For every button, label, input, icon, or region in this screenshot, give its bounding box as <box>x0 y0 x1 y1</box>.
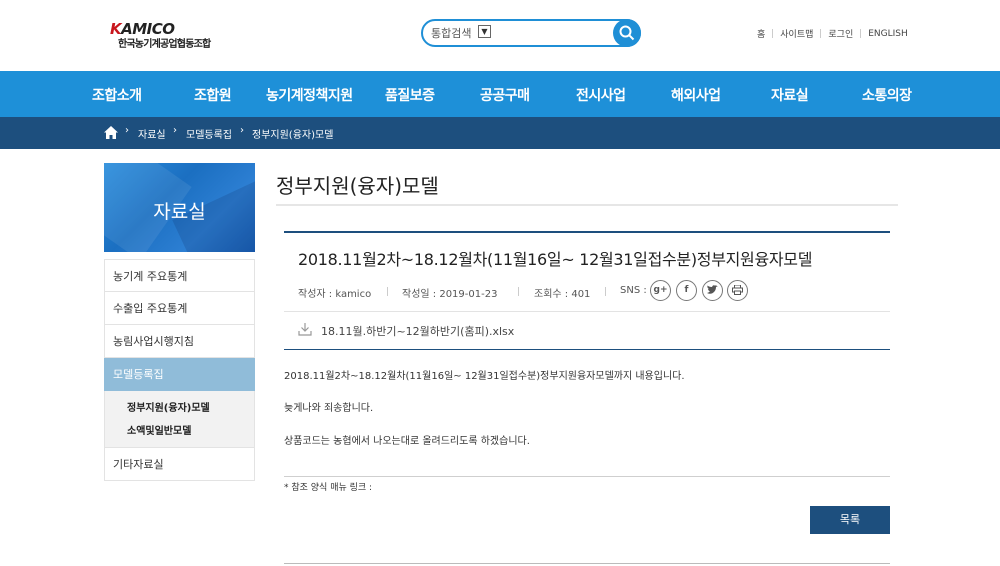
post-title: 2018.11월2차~18.12월차(11월16일~ 12월31일접수분)정부지… <box>298 250 813 269</box>
nav-item-about[interactable]: 조합소개 <box>92 85 142 105</box>
post-date: 작성일 : 2019-01-23 <box>402 289 498 300</box>
sidebar-subitem-small-general-model[interactable]: 소액및일반모델 <box>127 420 254 443</box>
list-button[interactable]: 목록 <box>810 506 890 534</box>
home-icon[interactable] <box>104 126 118 139</box>
main-nav: 조합소개 조합원 농기계정책지원 품질보증 공공구매 전시사업 해외사업 자료실… <box>0 71 1000 117</box>
search-button[interactable] <box>613 19 641 47</box>
nav-item-quality[interactable]: 품질보증 <box>385 85 435 105</box>
chevron-right-icon: › <box>125 125 129 136</box>
header: KAMICO 한국농기계공업협동조합 통합검색 ▼ 홈 사이트맵 로그인 ENG… <box>0 0 1000 71</box>
divider <box>276 204 898 206</box>
divider <box>772 29 774 38</box>
chevron-right-icon: › <box>173 125 177 136</box>
reference-link-label: * 참조 양식 매뉴 링크 : <box>284 483 373 493</box>
sidebar-title: 자료실 <box>153 201 206 223</box>
nav-item-exhibition[interactable]: 전시사업 <box>576 85 626 105</box>
twitter-bird-glyph <box>707 285 718 294</box>
download-icon <box>298 323 312 336</box>
nav-item-members[interactable]: 조합원 <box>194 85 232 105</box>
attachment-link[interactable]: 18.11월.하반기~12월하반기(홈피).xlsx <box>321 323 514 339</box>
sidebar-submenu: 정부지원(융자)모델 소액및일반모델 <box>104 391 255 448</box>
printer-glyph <box>732 284 743 295</box>
breadcrumb-item-model-collection[interactable]: 모델등록집 <box>186 126 232 141</box>
post-views: 조회수 : 401 <box>534 289 591 300</box>
twitter-icon[interactable] <box>702 280 723 301</box>
sidebar-item-machinery-stats[interactable]: 농기계 주요통계 <box>104 259 255 292</box>
util-login-link[interactable]: 로그인 <box>828 27 853 40</box>
divider <box>605 287 606 296</box>
page-title: 정부지원(융자)모델 <box>276 174 439 198</box>
divider <box>284 349 890 350</box>
breadcrumb: › 자료실 › 모델등록집 › 정부지원(융자)모델 <box>0 117 1000 149</box>
search-box: 통합검색 ▼ <box>421 19 641 47</box>
divider <box>518 287 519 296</box>
nav-item-policy-support[interactable]: 농기계정책지원 <box>266 85 353 105</box>
nav-item-community[interactable]: 소통의장 <box>862 85 912 105</box>
divider <box>284 476 890 477</box>
sidebar-header: 자료실 <box>104 163 255 252</box>
search-category-label[interactable]: 통합검색 <box>431 25 471 41</box>
nav-item-archive[interactable]: 자료실 <box>771 85 809 105</box>
util-sitemap-link[interactable]: 사이트맵 <box>780 27 813 40</box>
post-body-line: 2018.11월2차~18.12월차(11월16일~ 12월31일접수분)정부지… <box>284 371 685 382</box>
print-icon[interactable] <box>727 280 748 301</box>
logo[interactable]: KAMICO 한국농기계공업협동조합 <box>110 20 230 52</box>
chevron-right-icon: › <box>240 125 244 136</box>
divider <box>860 29 862 38</box>
util-home-link[interactable]: 홈 <box>757 27 765 40</box>
breadcrumb-item-archive[interactable]: 자료실 <box>138 126 166 141</box>
breadcrumb-item-current[interactable]: 정부지원(융자)모델 <box>252 126 333 141</box>
google-plus-icon[interactable]: g+ <box>650 280 671 301</box>
post-author: 작성자 : kamico <box>298 289 372 300</box>
util-english-link[interactable]: ENGLISH <box>868 29 908 39</box>
nav-item-overseas[interactable]: 해외사업 <box>671 85 721 105</box>
sns-label: SNS : <box>620 285 647 296</box>
divider <box>820 29 822 38</box>
post-body-line: 늦게나와 죄송합니다. <box>284 403 374 414</box>
divider <box>284 311 890 312</box>
search-input[interactable] <box>497 24 607 42</box>
nav-item-public-purchase[interactable]: 공공구매 <box>480 85 530 105</box>
sidebar-item-other-archive[interactable]: 기타자료실 <box>104 448 255 481</box>
sidebar-item-project-guidelines[interactable]: 농림사업시행지침 <box>104 325 255 358</box>
sidebar-subitem-gov-support-model[interactable]: 정부지원(융자)모델 <box>127 397 254 420</box>
divider <box>284 563 890 564</box>
facebook-icon[interactable]: f <box>676 280 697 301</box>
chevron-down-icon[interactable]: ▼ <box>478 25 491 38</box>
sidebar-item-trade-stats[interactable]: 수출입 주요통계 <box>104 292 255 325</box>
divider <box>284 231 890 233</box>
sidebar-item-model-collection[interactable]: 모델등록집 <box>104 358 255 391</box>
logo-name: 한국농기계공업협동조합 <box>118 39 211 50</box>
divider <box>387 287 388 296</box>
search-icon <box>619 25 635 41</box>
sidebar-menu: 농기계 주요통계 수출입 주요통계 농림사업시행지침 모델등록집 정부지원(융자… <box>104 259 255 481</box>
util-links: 홈 사이트맵 로그인 ENGLISH <box>757 27 908 41</box>
post-body-line: 상품코드는 농협에서 나오는대로 올려드리도록 하겠습니다. <box>284 436 530 447</box>
